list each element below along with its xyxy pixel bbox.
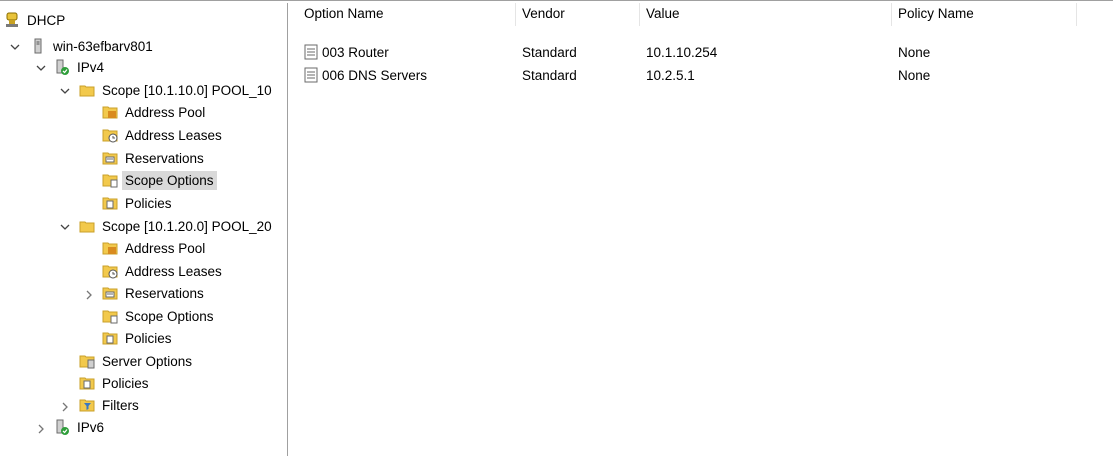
chevron-down-icon[interactable] [10,42,20,52]
cell-value: 10.2.5.1 [646,67,695,83]
cell-option-name: 006 DNS Servers [297,64,515,86]
policies-icon [102,332,118,345]
chevron-down-icon[interactable] [36,63,46,73]
reservations-icon [102,287,118,300]
tree-node-reservations[interactable]: Reservations [102,283,207,303]
cell-value: 10.1.10.254 [646,44,718,60]
tree-label: Scope [10.1.20.0] POOL_20 [102,218,272,234]
table-row[interactable]: 003 Router Standard 10.1.10.254 None [291,41,1113,63]
tree-node-ipv6[interactable]: IPv6 [54,417,107,437]
folder-icon [79,221,95,233]
tree-node-scope-10[interactable]: Scope [10.1.10.0] POOL_10 [79,80,275,100]
column-header-vendor[interactable]: Vendor [516,3,640,26]
cell-policy-name: None [898,67,931,83]
tree-node-scope-20[interactable]: Scope [10.1.20.0] POOL_20 [79,216,275,236]
tree-label: Policies [125,330,172,346]
tree-node-scope-options-selected[interactable]: Scope Options [100,170,217,190]
tree-label: Reservations [125,150,204,166]
tree-node-scope-options[interactable]: Scope Options [102,306,217,326]
tree-label: Reservations [125,285,204,301]
cell-policy-name: None [898,44,931,60]
tree-label: Address Pool [125,104,206,120]
column-header-policy-name[interactable]: Policy Name [892,3,1077,26]
filters-icon [79,399,95,412]
chevron-right-icon[interactable] [36,424,46,434]
column-header-value[interactable]: Value [640,3,892,26]
tree-node-address-pool[interactable]: Address Pool [102,102,208,122]
scope-options-icon [102,310,118,324]
tree-label: Address Leases [125,127,222,143]
cell-vendor: Standard [522,67,577,83]
tree-node-policies[interactable]: Policies [102,193,175,213]
server-options-icon [79,355,95,369]
tree-label: Address Pool [125,240,206,256]
tree-node-server-options[interactable]: Server Options [79,351,195,371]
tree-node-dhcp[interactable]: DHCP [4,10,68,30]
dhcp-icon [6,12,18,27]
cell-option-name: 003 Router [297,41,515,63]
server-icon [34,38,42,54]
tree-node-server[interactable]: win-63efbarv801 [30,36,156,56]
tree-node-reservations[interactable]: Reservations [102,148,207,168]
top-border [0,0,1113,1]
ipv4-icon [56,59,69,75]
option-name-text: 006 DNS Servers [322,67,428,83]
chevron-down-icon[interactable] [60,222,70,232]
tree-label: IPv4 [77,59,105,75]
policies-icon [79,377,95,390]
tree-node-filters[interactable]: Filters [79,395,142,415]
options-list[interactable]: Option Name Vendor Value Policy Name 003… [291,3,1113,456]
tree-label: Policies [102,375,149,391]
tree-label: Scope Options [125,308,214,324]
tree-node-ipv4[interactable]: IPv4 [54,57,107,77]
tree-node-address-leases[interactable]: Address Leases [102,261,225,281]
chevron-right-icon[interactable] [84,290,94,300]
table-row[interactable]: 006 DNS Servers Standard 10.2.5.1 None [291,64,1113,86]
tree-label: Policies [125,195,172,211]
address-leases-icon [102,129,118,143]
reservations-icon [102,152,118,165]
chevron-right-icon[interactable] [60,402,70,412]
policies-icon [102,197,118,210]
tree-node-policies[interactable]: Policies [79,373,152,393]
tree-label: Scope Options [122,170,217,190]
folder-icon [79,85,95,97]
list-header: Option Name Vendor Value Policy Name [291,3,1113,26]
address-pool-icon [102,106,118,119]
tree-node-policies[interactable]: Policies [102,328,175,348]
tree-label: IPv6 [77,419,105,435]
tree-label: Address Leases [125,263,222,279]
console-tree[interactable]: DHCP win-63efbarv801 IPv4 Scope [10.1.10… [0,3,288,456]
tree-node-address-pool[interactable]: Address Pool [102,238,208,258]
tree-label: Scope [10.1.10.0] POOL_10 [102,82,272,98]
chevron-down-icon[interactable] [60,86,70,96]
address-pool-icon [102,242,118,255]
ipv6-icon [56,419,69,435]
tree-label: DHCP [27,12,66,28]
tree-label: Server Options [102,353,193,369]
option-icon [304,67,318,83]
cell-vendor: Standard [522,44,577,60]
tree-label: win-63efbarv801 [53,38,153,54]
option-name-text: 003 Router [322,44,389,60]
column-header-option-name[interactable]: Option Name [298,3,516,26]
scope-options-icon [102,174,118,188]
option-icon [304,44,318,60]
address-leases-icon [102,265,118,279]
tree-node-address-leases[interactable]: Address Leases [102,125,225,145]
tree-label: Filters [102,397,139,413]
